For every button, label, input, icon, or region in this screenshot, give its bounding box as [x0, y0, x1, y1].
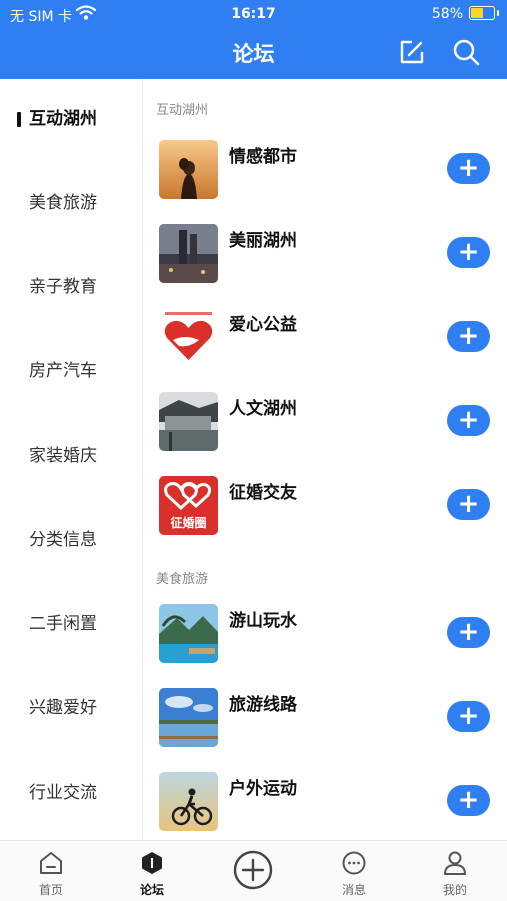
sidebar-item-label: 互动湖州	[29, 109, 97, 129]
forum-thumbnail	[159, 308, 218, 367]
battery-percent: 58%	[431, 6, 463, 22]
tab-messages[interactable]: 消息	[314, 841, 394, 901]
sidebar-item-classifieds[interactable]: 分类信息	[0, 520, 142, 560]
page-title: 论坛	[232, 42, 275, 66]
tab-label: 消息	[341, 883, 366, 897]
sidebar-item-label: 行业交流	[29, 783, 97, 803]
sidebar-item-label: 房产汽车	[29, 361, 97, 381]
add-forum-button[interactable]: +	[447, 321, 490, 352]
forum-row[interactable]: 爱心公益 +	[143, 308, 507, 392]
home-icon	[40, 852, 62, 874]
battery-icon	[469, 6, 499, 20]
add-forum-button[interactable]: +	[447, 489, 490, 520]
forum-name: 美丽湖州	[229, 231, 297, 251]
post-plus-icon[interactable]	[233, 850, 273, 890]
tab-profile[interactable]: 我的	[415, 841, 495, 901]
sidebar-item-label: 兴趣爱好	[29, 698, 97, 718]
thumbnail-logo-text: 征婚圈	[170, 516, 207, 530]
add-forum-button[interactable]: +	[447, 617, 490, 648]
forum-row[interactable]: 旅游线路 +	[143, 688, 507, 772]
forum-thumbnail	[159, 392, 218, 451]
forum-thumbnail: 征婚圈	[159, 476, 218, 535]
forum-name: 游山玩水	[229, 611, 297, 631]
sidebar-item-parenting[interactable]: 亲子教育	[0, 267, 142, 307]
forum-name: 情感都市	[229, 147, 297, 167]
add-forum-button[interactable]: +	[447, 237, 490, 268]
sidebar-item-hobbies[interactable]: 兴趣爱好	[0, 688, 142, 728]
forum-name: 旅游线路	[229, 695, 297, 715]
tab-forum[interactable]: 论坛	[112, 841, 192, 901]
forum-thumbnail	[159, 140, 218, 199]
forum-thumbnail	[159, 688, 218, 747]
forum-row[interactable]: 人文湖州 +	[143, 392, 507, 476]
section-title: 美食旅游	[156, 572, 209, 587]
forum-thumbnail	[159, 772, 218, 831]
sidebar-item-property-auto[interactable]: 房产汽车	[0, 351, 142, 391]
forum-list: 互动湖州 情感都市 + 美丽湖州 + 爱心公益 + 人文湖州 + 征婚圈 征婚交…	[143, 79, 507, 840]
forum-thumbnail	[159, 224, 218, 283]
sidebar-item-home-wedding[interactable]: 家装婚庆	[0, 436, 142, 476]
nav-bar: 论坛	[0, 28, 507, 79]
header: 无 SIM 卡 16:17 58% 论坛	[0, 0, 507, 79]
sidebar-item-hudong-huzhou[interactable]: 互动湖州	[0, 99, 142, 139]
add-forum-button[interactable]: +	[447, 785, 490, 816]
forum-thumbnail	[159, 604, 218, 663]
tab-home[interactable]: 首页	[11, 841, 91, 901]
sidebar-item-second-hand[interactable]: 二手闲置	[0, 604, 142, 644]
add-forum-button[interactable]: +	[447, 701, 490, 732]
category-sidebar: 互动湖州 美食旅游 亲子教育 房产汽车 家装婚庆 分类信息 二手闲置 兴趣爱好 …	[0, 79, 143, 840]
forum-row[interactable]: 户外运动 +	[143, 772, 507, 840]
section-title: 互动湖州	[156, 103, 209, 118]
sidebar-item-label: 分类信息	[29, 530, 97, 550]
search-icon[interactable]	[451, 37, 481, 67]
tab-label: 我的	[442, 883, 467, 897]
forum-name: 人文湖州	[229, 399, 297, 419]
edit-icon[interactable]	[398, 38, 426, 66]
forum-row[interactable]: 情感都市 +	[143, 140, 507, 224]
forum-name: 征婚交友	[229, 483, 297, 503]
forum-icon	[142, 852, 162, 874]
sidebar-item-food-travel[interactable]: 美食旅游	[0, 183, 142, 223]
sidebar-item-label: 亲子教育	[29, 277, 97, 297]
forum-name: 爱心公益	[229, 315, 297, 335]
forum-row[interactable]: 征婚圈 征婚交友 +	[143, 476, 507, 560]
sidebar-item-industry[interactable]: 行业交流	[0, 773, 142, 813]
message-icon	[342, 851, 366, 875]
sidebar-item-label: 二手闲置	[29, 614, 97, 634]
tab-bar: 首页 论坛 消息 我的	[0, 840, 507, 901]
active-marker	[17, 112, 21, 127]
add-forum-button[interactable]: +	[447, 405, 490, 436]
sidebar-item-label: 美食旅游	[29, 193, 97, 213]
forum-row[interactable]: 游山玩水 +	[143, 604, 507, 688]
tab-label: 首页	[38, 883, 63, 897]
forum-row[interactable]: 美丽湖州 +	[143, 224, 507, 308]
status-bar: 无 SIM 卡 16:17 58%	[0, 0, 507, 28]
profile-icon	[444, 851, 466, 875]
forum-name: 户外运动	[229, 779, 297, 799]
sidebar-item-label: 家装婚庆	[29, 446, 97, 466]
tab-label: 论坛	[139, 883, 164, 897]
add-forum-button[interactable]: +	[447, 153, 490, 184]
